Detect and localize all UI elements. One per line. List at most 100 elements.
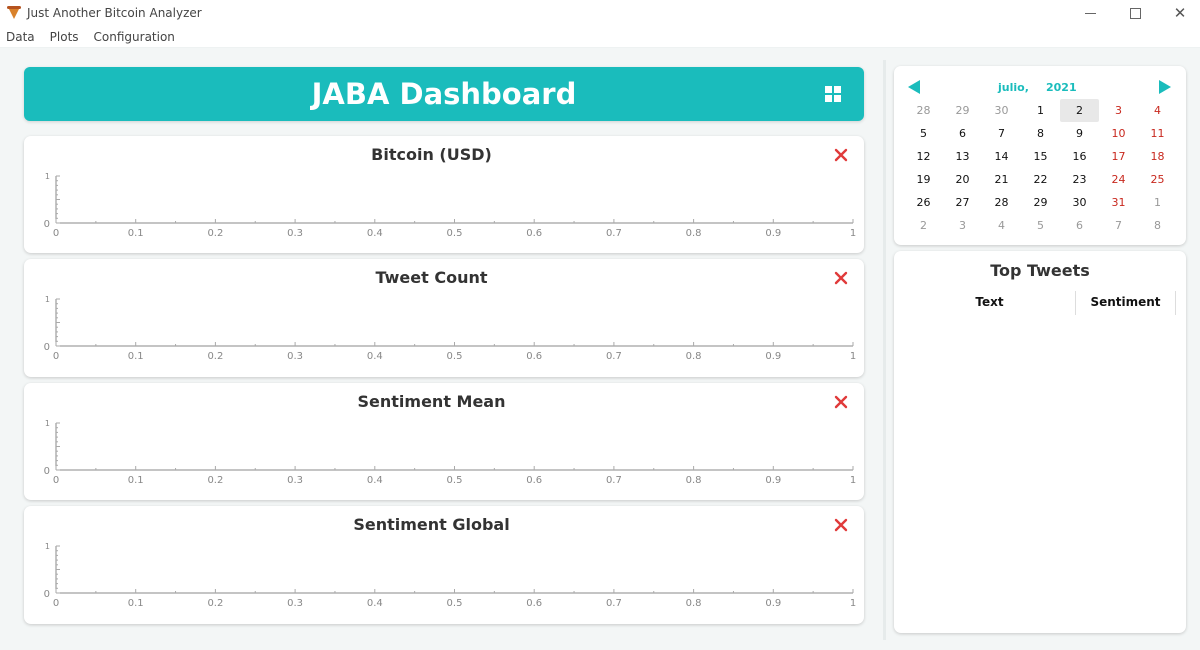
minimize-button[interactable] [1067,0,1113,26]
plot-panel-sentiment-global: 0 0.1 0.2 0.3 0.4 0.5 0.6 0.7 0.8 0.9 1 0 1 Sentimen… [24,506,864,624]
close-plot-sentiment-global-button[interactable] [833,517,849,533]
calendar-day[interactable]: 5 [1021,214,1060,237]
calendar-day[interactable]: 19 [904,168,943,191]
plot-panel-tweet-count: 0 0.1 0.2 0.3 0.4 0.5 0.6 0.7 0.8 0.9 1 0 1 Tweet Co… [24,259,864,377]
calendar-day[interactable]: 30 [1060,191,1099,214]
x-tick-label: 0.4 [367,475,383,486]
x-tick-label: 0.2 [207,351,223,362]
x-tick-label: 0.5 [447,475,463,486]
panel-divider[interactable] [883,60,886,640]
close-plot-bitcoin-button[interactable] [833,147,849,163]
x-tick-label: 0.1 [128,475,144,486]
x-tick-label: 0.2 [207,228,223,239]
arrow-left-icon[interactable] [908,80,920,94]
maximize-icon [1129,7,1141,19]
y-tick-label: 1 [45,419,50,428]
calendar-day[interactable]: 1 [1021,99,1060,122]
calendar-day[interactable]: 20 [943,168,982,191]
calendar-day[interactable]: 2 [904,214,943,237]
calendar-day[interactable]: 28 [904,99,943,122]
calendar-day[interactable]: 8 [1021,122,1060,145]
x-tick-label: 0.9 [765,228,781,239]
calendar-day[interactable]: 4 [982,214,1021,237]
x-tick-label: 0.5 [447,228,463,239]
calendar-day[interactable]: 29 [1021,191,1060,214]
calendar-day[interactable]: 5 [904,122,943,145]
x-tick-label: 1 [850,351,856,362]
x-tick-label: 0.7 [606,228,622,239]
calendar-day-grid: 28 29 30 1 2 3 4 5 6 7 8 9 10 11 12 13 14 15 16 17 18 19 20 21 2… [904,99,1177,237]
calendar-day[interactable]: 9 [1060,122,1099,145]
title-bar: Just Another Bitcoin Analyzer ✕ [0,0,1200,26]
x-tick-label: 0.8 [686,228,702,239]
calendar-day[interactable]: 24 [1099,168,1138,191]
calendar-day[interactable]: 22 [1021,168,1060,191]
calendar-day[interactable]: 10 [1099,122,1138,145]
calendar-day[interactable]: 16 [1060,145,1099,168]
calendar-month[interactable]: julio, [998,81,1029,94]
calendar-day[interactable]: 25 [1138,168,1177,191]
calendar-day[interactable]: 18 [1138,145,1177,168]
calendar-year[interactable]: 2021 [1046,81,1077,94]
pizza-slice-icon [7,6,21,20]
x-tick-label: 0.9 [765,351,781,362]
maximize-button[interactable] [1112,0,1158,26]
calendar-day[interactable]: 6 [1060,214,1099,237]
calendar-day[interactable]: 26 [904,191,943,214]
menu-plots[interactable]: Plots [50,30,79,44]
calendar-day[interactable]: 7 [1099,214,1138,237]
window-title: Just Another Bitcoin Analyzer [27,6,202,20]
x-tick-label: 0.1 [128,598,144,609]
x-tick-label: 0.3 [287,598,303,609]
x-tick-label: 0.2 [207,598,223,609]
menu-bar: Data Plots Configuration [0,26,1200,48]
calendar-day[interactable]: 17 [1099,145,1138,168]
calendar-day[interactable]: 11 [1138,122,1177,145]
plot-title-bitcoin: Bitcoin (USD) [371,145,492,164]
close-window-button[interactable]: ✕ [1157,0,1200,26]
calendar-day[interactable]: 21 [982,168,1021,191]
calendar-day[interactable]: 15 [1021,145,1060,168]
close-plot-sentiment-mean-button[interactable] [833,394,849,410]
arrow-right-icon[interactable] [1159,80,1171,94]
column-header-sentiment[interactable]: Sentiment [1076,291,1176,315]
calendar-day[interactable]: 6 [943,122,982,145]
y-tick-label: 0 [44,219,50,230]
y-tick-label: 0 [44,466,50,477]
x-tick-label: 1 [850,228,856,239]
calendar-day[interactable]: 13 [943,145,982,168]
calendar-day[interactable]: 30 [982,99,1021,122]
menu-configuration[interactable]: Configuration [94,30,175,44]
x-tick-label: 0.3 [287,475,303,486]
calendar-day[interactable]: 2 [1060,99,1099,122]
x-tick-label: 0.7 [606,475,622,486]
calendar-day[interactable]: 14 [982,145,1021,168]
x-tick-label: 0.3 [287,351,303,362]
calendar-day[interactable]: 8 [1138,214,1177,237]
calendar-day[interactable]: 27 [943,191,982,214]
column-header-text[interactable]: Text [904,291,1076,315]
calendar-day[interactable]: 3 [943,214,982,237]
x-tick-label: 0.9 [765,475,781,486]
calendar-day[interactable]: 7 [982,122,1021,145]
calendar-day[interactable]: 23 [1060,168,1099,191]
menu-data[interactable]: Data [6,30,35,44]
calendar-day[interactable]: 29 [943,99,982,122]
x-tick-label: 0.4 [367,598,383,609]
calendar-day[interactable]: 28 [982,191,1021,214]
calendar-day[interactable]: 12 [904,145,943,168]
calendar-day[interactable]: 1 [1138,191,1177,214]
grid-layout-icon[interactable] [825,86,841,102]
close-plot-tweet-count-button[interactable] [833,270,849,286]
tweets-table-header: Text Sentiment [894,291,1186,315]
calendar-day[interactable]: 31 [1099,191,1138,214]
x-tick-label: 0.6 [526,228,542,239]
calendar-day[interactable]: 3 [1099,99,1138,122]
top-tweets-title: Top Tweets [990,261,1090,280]
close-icon [834,395,848,409]
plot-panel-bitcoin: 0 0.1 0.2 0.3 0.4 0.5 0.6 0.7 0.8 0.9 1 0 1 Bitcoin … [24,136,864,253]
calendar-day[interactable]: 4 [1138,99,1177,122]
x-tick-label: 0.2 [207,475,223,486]
plot-title-tweet-count: Tweet Count [375,268,488,287]
y-tick-label: 1 [45,295,50,304]
